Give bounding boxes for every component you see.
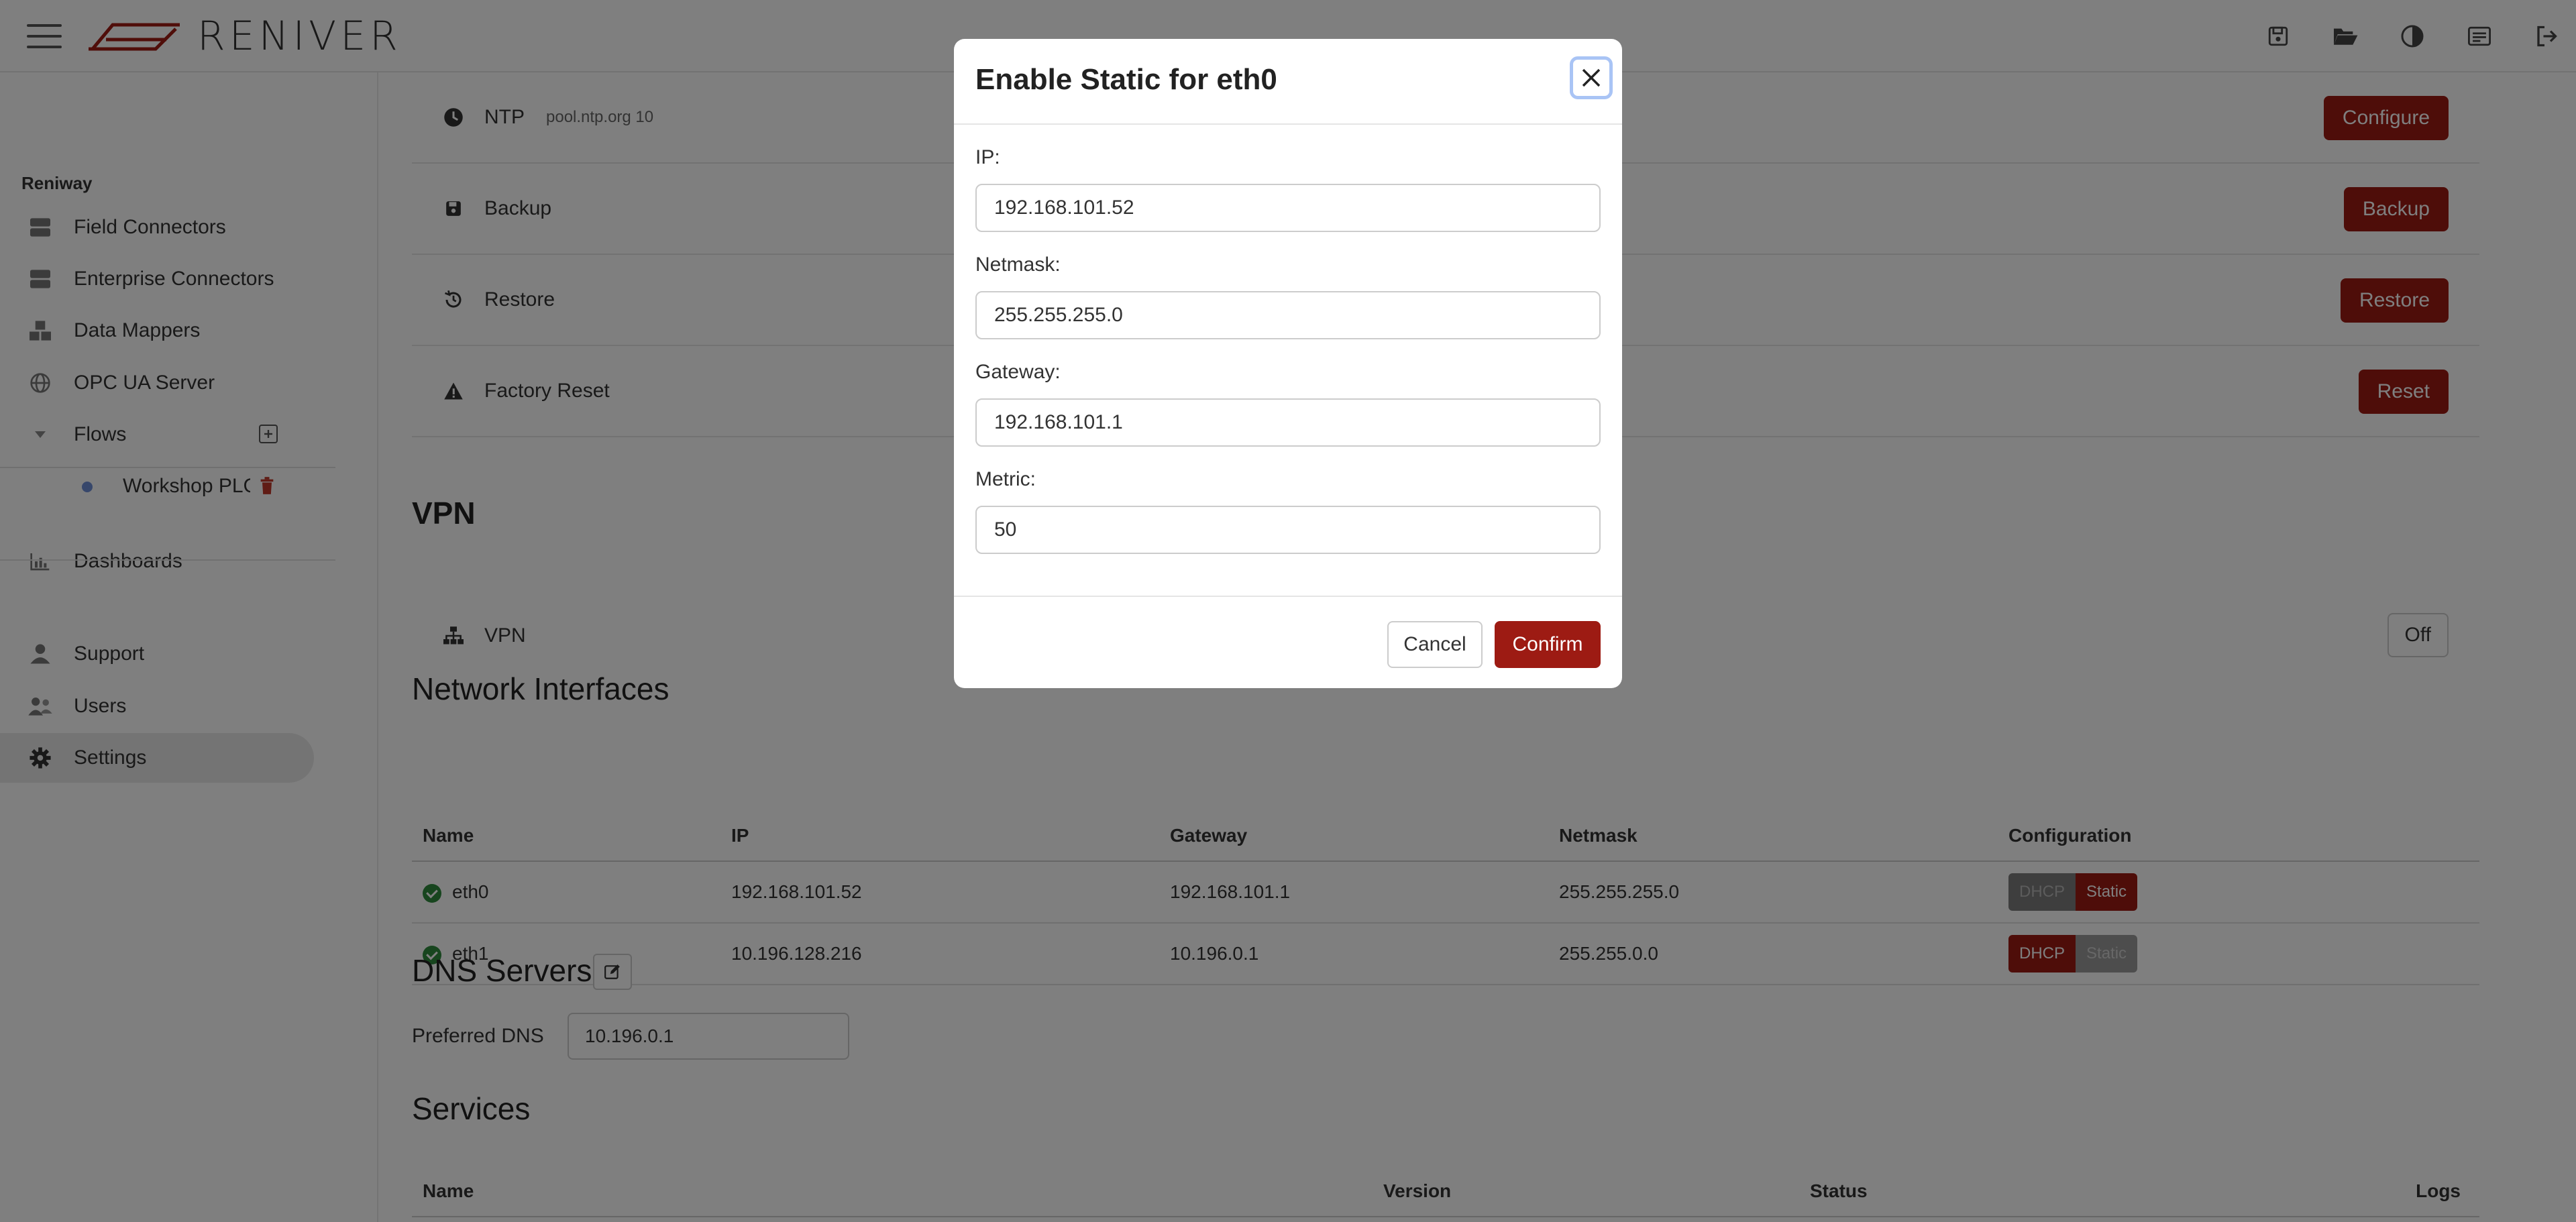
close-icon [1582,68,1601,87]
gateway-label: Gateway: [975,361,1061,383]
metric-field[interactable]: 50 [975,506,1601,554]
metric-label: Metric: [975,468,1036,490]
gateway-field[interactable]: 192.168.101.1 [975,398,1601,447]
ip-field[interactable]: 192.168.101.52 [975,184,1601,232]
dialog-header: Enable Static for eth0 [954,39,1622,125]
netmask-field[interactable]: 255.255.255.0 [975,291,1601,339]
netmask-label: Netmask: [975,254,1061,276]
cancel-button[interactable]: Cancel [1387,621,1483,668]
close-button[interactable] [1570,56,1613,99]
dialog-footer-divider [954,596,1622,597]
dialog-title: Enable Static for eth0 [975,63,1277,96]
confirm-button[interactable]: Confirm [1495,621,1601,668]
enable-static-dialog: Enable Static for eth0 IP: 192.168.101.5… [954,39,1622,688]
ip-label: IP: [975,146,1000,168]
